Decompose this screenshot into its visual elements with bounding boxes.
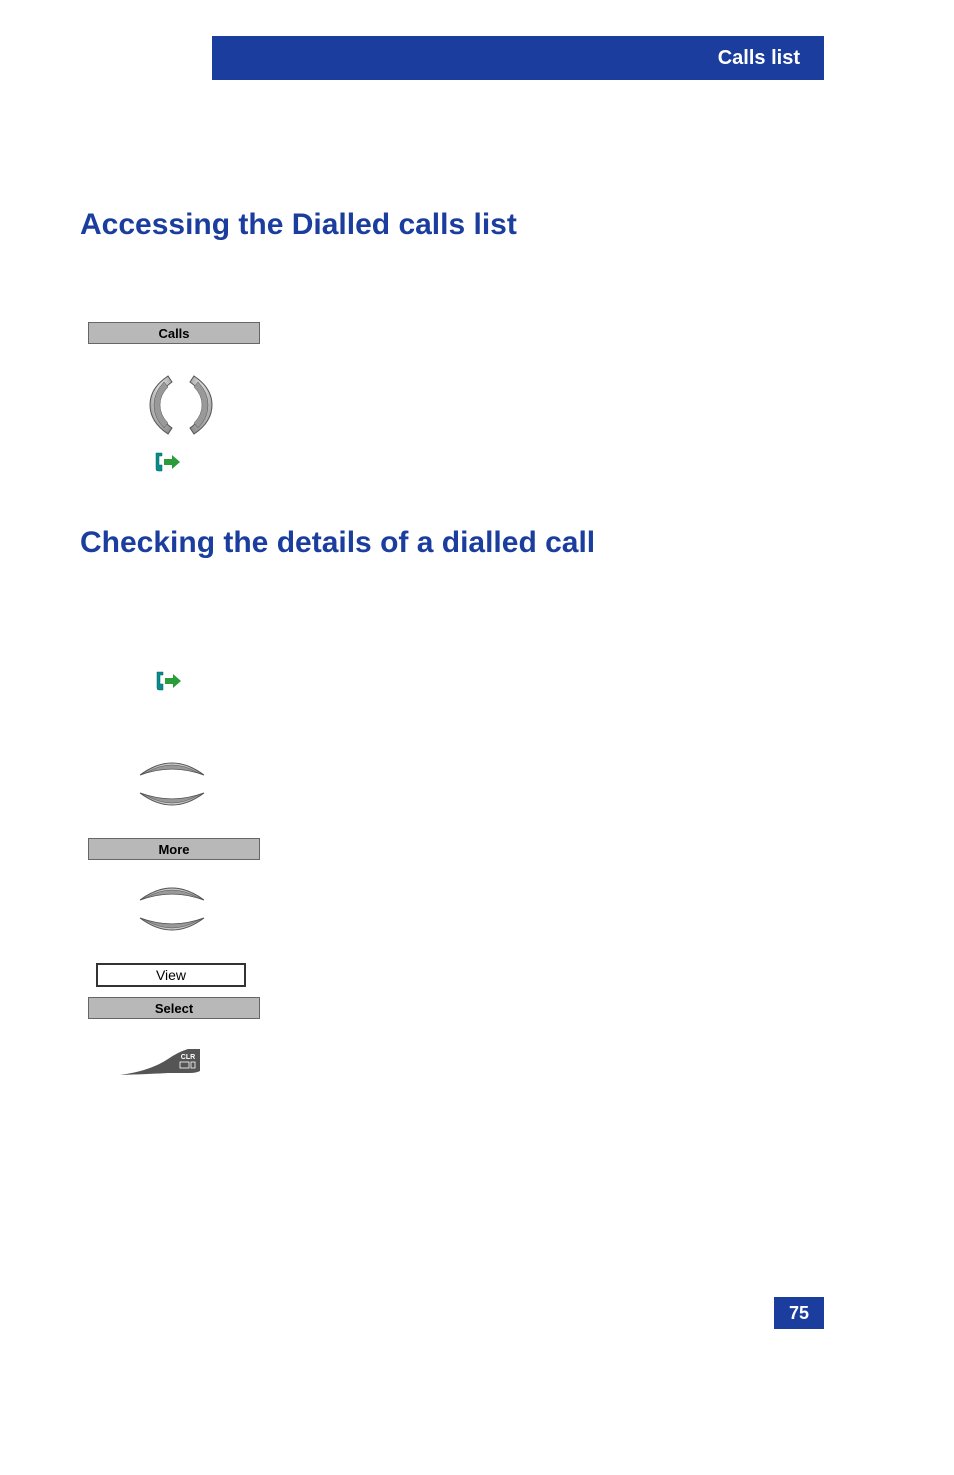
page-content: Accessing the Dialled calls list Calls C… <box>80 208 860 1080</box>
header-title: Calls list <box>718 47 800 70</box>
page-number: 75 <box>774 1297 824 1329</box>
nav-leftright-icon <box>142 368 860 447</box>
more-button-label: More <box>158 842 189 857</box>
view-option: View <box>96 963 246 987</box>
header-bar: Calls list <box>212 36 824 80</box>
dialled-call-icon <box>154 451 860 478</box>
view-label: View <box>156 967 186 983</box>
nav-updown-icon <box>132 753 860 820</box>
dialled-call-icon-2 <box>155 670 860 697</box>
page-number-text: 75 <box>789 1303 809 1324</box>
calls-button[interactable]: Calls <box>88 322 260 344</box>
select-button-label: Select <box>155 1001 193 1016</box>
section-heading-2: Checking the details of a dialled call <box>80 526 860 560</box>
clr-key-icon: CLR <box>120 1047 860 1080</box>
more-button[interactable]: More <box>88 838 260 860</box>
calls-button-label: Calls <box>158 326 189 341</box>
section-heading-1: Accessing the Dialled calls list <box>80 208 860 242</box>
select-button[interactable]: Select <box>88 997 260 1019</box>
nav-updown-icon-2 <box>132 878 860 945</box>
clr-label: CLR <box>181 1054 195 1061</box>
